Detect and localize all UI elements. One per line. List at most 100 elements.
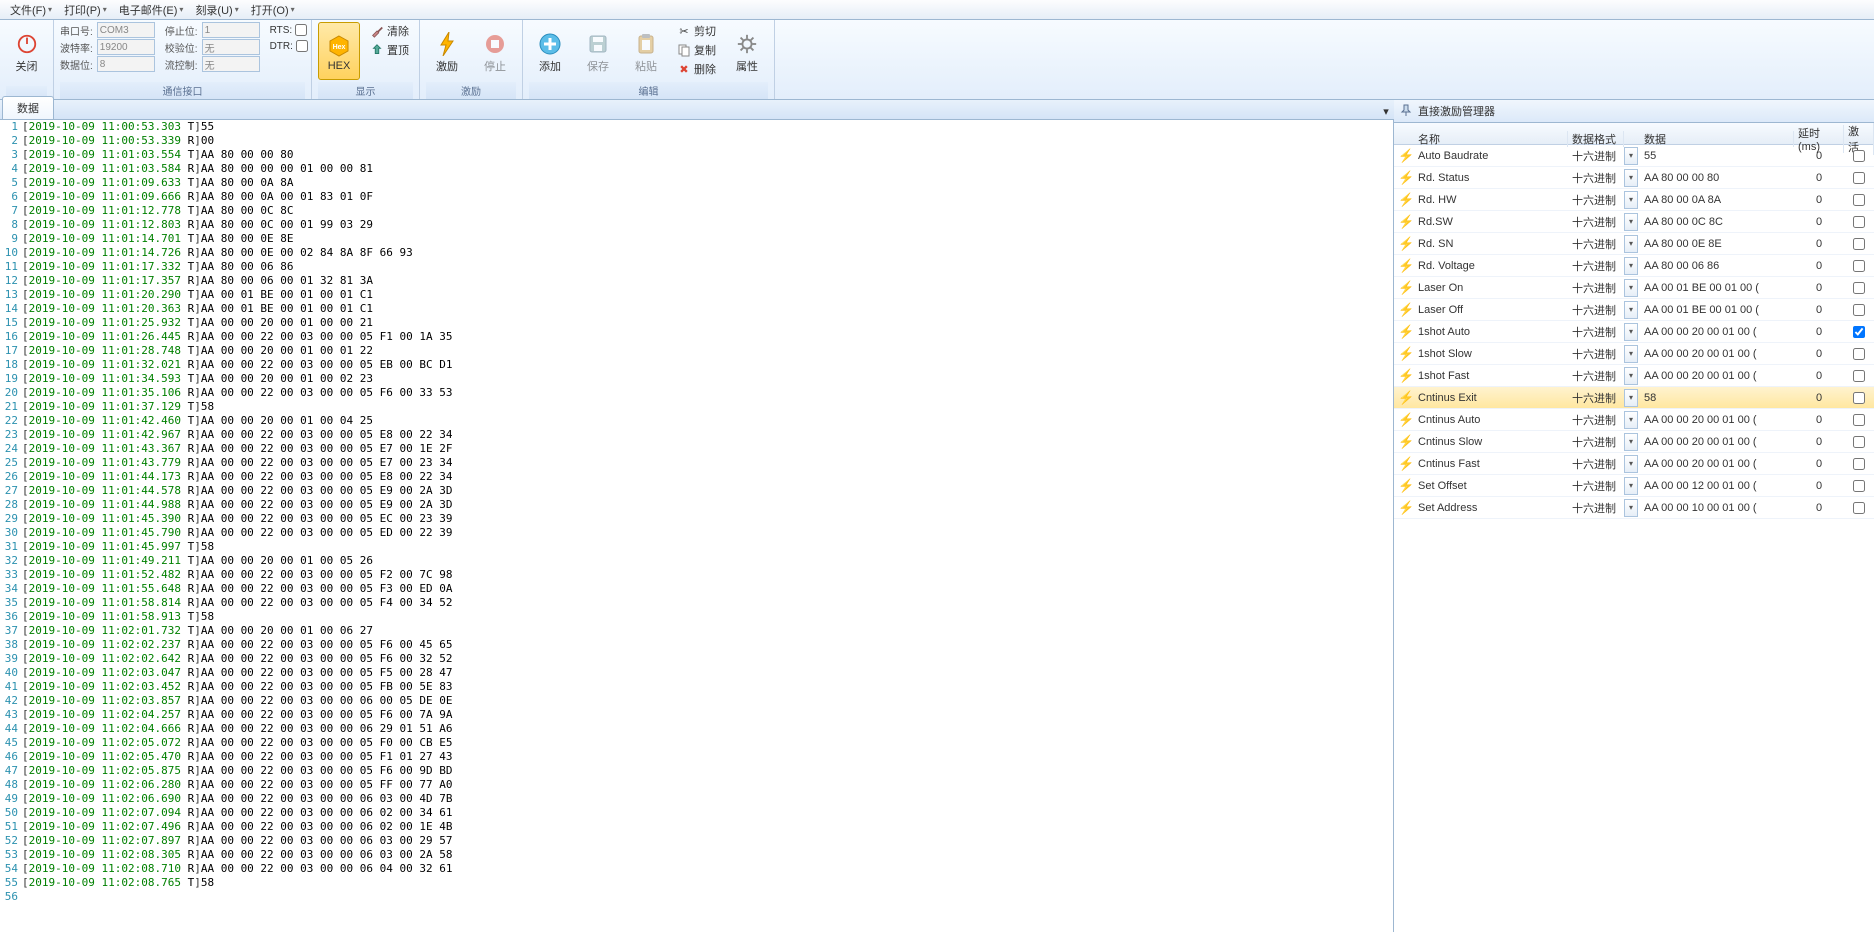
log-line[interactable]: 2[2019-10-09 11:00:53.339 R]00 bbox=[0, 134, 1393, 148]
log-line[interactable]: 44[2019-10-09 11:02:04.666 R]AA 00 00 22… bbox=[0, 722, 1393, 736]
active-checkbox[interactable] bbox=[1853, 260, 1865, 272]
log-line[interactable]: 10[2019-10-09 11:01:14.726 R]AA 80 00 0E… bbox=[0, 246, 1393, 260]
cell-name[interactable]: Laser Off bbox=[1414, 304, 1568, 316]
menu-item[interactable]: 电子邮件(E)▾ bbox=[113, 0, 190, 20]
grid-row[interactable]: ⚡ Laser Off 十六进制 ▾ AA 00 01 BE 00 01 00 … bbox=[1394, 299, 1874, 321]
hex-button[interactable]: Hex HEX bbox=[318, 22, 360, 80]
log-line[interactable]: 17[2019-10-09 11:01:28.748 T]AA 00 00 20… bbox=[0, 344, 1393, 358]
cut-button[interactable]: ✂剪切 bbox=[673, 22, 720, 40]
cell-data[interactable]: AA 00 00 20 00 01 00 ( bbox=[1640, 326, 1794, 338]
log-pane[interactable]: 1[2019-10-09 11:00:53.303 T]552[2019-10-… bbox=[0, 120, 1394, 932]
active-checkbox[interactable] bbox=[1853, 304, 1865, 316]
active-checkbox[interactable] bbox=[1853, 414, 1865, 426]
menu-item[interactable]: 打印(P)▾ bbox=[58, 0, 113, 20]
log-line[interactable]: 50[2019-10-09 11:02:07.094 R]AA 00 00 22… bbox=[0, 806, 1393, 820]
log-line[interactable]: 29[2019-10-09 11:01:45.390 R]AA 00 00 22… bbox=[0, 512, 1393, 526]
cell-delay[interactable]: 0 bbox=[1794, 370, 1844, 382]
bolt-icon[interactable]: ⚡ bbox=[1394, 324, 1414, 340]
combo-arrow[interactable]: ▾ bbox=[1624, 323, 1638, 341]
log-line[interactable]: 48[2019-10-09 11:02:06.280 R]AA 00 00 22… bbox=[0, 778, 1393, 792]
active-checkbox[interactable] bbox=[1853, 436, 1865, 448]
combo-arrow[interactable]: ▾ bbox=[1624, 389, 1638, 407]
log-line[interactable]: 1[2019-10-09 11:00:53.303 T]55 bbox=[0, 120, 1393, 134]
bolt-icon[interactable]: ⚡ bbox=[1394, 214, 1414, 230]
combo-arrow[interactable]: ▾ bbox=[1624, 433, 1638, 451]
cell-fmt[interactable]: 十六进制 bbox=[1568, 258, 1624, 274]
cell-data[interactable]: AA 80 00 0A 8A bbox=[1640, 194, 1794, 206]
grid-row[interactable]: ⚡ Rd. SN 十六进制 ▾ AA 80 00 0E 8E 0 bbox=[1394, 233, 1874, 255]
log-line[interactable]: 39[2019-10-09 11:02:02.642 R]AA 00 00 22… bbox=[0, 652, 1393, 666]
cell-delay[interactable]: 0 bbox=[1794, 502, 1844, 514]
log-line[interactable]: 24[2019-10-09 11:01:43.367 R]AA 00 00 22… bbox=[0, 442, 1393, 456]
add-button[interactable]: 添加 bbox=[529, 22, 571, 80]
copy-button[interactable]: 复制 bbox=[673, 41, 720, 59]
log-line[interactable]: 47[2019-10-09 11:02:05.875 R]AA 00 00 22… bbox=[0, 764, 1393, 778]
bolt-icon[interactable]: ⚡ bbox=[1394, 258, 1414, 274]
log-line[interactable]: 32[2019-10-09 11:01:49.211 T]AA 00 00 20… bbox=[0, 554, 1393, 568]
bolt-icon[interactable]: ⚡ bbox=[1394, 280, 1414, 296]
cell-fmt[interactable]: 十六进制 bbox=[1568, 170, 1624, 186]
log-line[interactable]: 46[2019-10-09 11:02:05.470 R]AA 00 00 22… bbox=[0, 750, 1393, 764]
log-line[interactable]: 45[2019-10-09 11:02:05.072 R]AA 00 00 22… bbox=[0, 736, 1393, 750]
log-line[interactable]: 27[2019-10-09 11:01:44.578 R]AA 00 00 22… bbox=[0, 484, 1393, 498]
log-line[interactable]: 23[2019-10-09 11:01:42.967 R]AA 00 00 22… bbox=[0, 428, 1393, 442]
combo-arrow[interactable]: ▾ bbox=[1624, 147, 1638, 165]
log-line[interactable]: 54[2019-10-09 11:02:08.710 R]AA 00 00 22… bbox=[0, 862, 1393, 876]
log-line[interactable]: 7[2019-10-09 11:01:12.778 T]AA 80 00 0C … bbox=[0, 204, 1393, 218]
cell-data[interactable]: AA 80 00 00 80 bbox=[1640, 172, 1794, 184]
cell-name[interactable]: Laser On bbox=[1414, 282, 1568, 294]
cell-data[interactable]: 55 bbox=[1640, 150, 1794, 162]
log-line[interactable]: 35[2019-10-09 11:01:58.814 R]AA 00 00 22… bbox=[0, 596, 1393, 610]
log-line[interactable]: 22[2019-10-09 11:01:42.460 T]AA 00 00 20… bbox=[0, 414, 1393, 428]
cell-data[interactable]: AA 00 00 12 00 01 00 ( bbox=[1640, 480, 1794, 492]
log-line[interactable]: 42[2019-10-09 11:02:03.857 R]AA 00 00 22… bbox=[0, 694, 1393, 708]
top-button[interactable]: 置顶 bbox=[366, 41, 413, 59]
combo-arrow[interactable]: ▾ bbox=[1624, 279, 1638, 297]
bolt-icon[interactable]: ⚡ bbox=[1394, 236, 1414, 252]
cell-name[interactable]: Cntinus Fast bbox=[1414, 458, 1568, 470]
log-line[interactable]: 31[2019-10-09 11:01:45.997 T]58 bbox=[0, 540, 1393, 554]
cell-name[interactable]: 1shot Slow bbox=[1414, 348, 1568, 360]
cell-name[interactable]: Cntinus Slow bbox=[1414, 436, 1568, 448]
cell-data[interactable]: AA 00 00 20 00 01 00 ( bbox=[1640, 436, 1794, 448]
grid-row[interactable]: ⚡ Set Address 十六进制 ▾ AA 00 00 10 00 01 0… bbox=[1394, 497, 1874, 519]
log-line[interactable]: 8[2019-10-09 11:01:12.803 R]AA 80 00 0C … bbox=[0, 218, 1393, 232]
cell-delay[interactable]: 0 bbox=[1794, 480, 1844, 492]
cell-fmt[interactable]: 十六进制 bbox=[1568, 368, 1624, 384]
cell-data[interactable]: AA 00 00 20 00 01 00 ( bbox=[1640, 458, 1794, 470]
cell-delay[interactable]: 0 bbox=[1794, 216, 1844, 228]
combo-arrow[interactable]: ▾ bbox=[1624, 411, 1638, 429]
grid-row[interactable]: ⚡ Cntinus Fast 十六进制 ▾ AA 00 00 20 00 01 … bbox=[1394, 453, 1874, 475]
log-line[interactable]: 21[2019-10-09 11:01:37.129 T]58 bbox=[0, 400, 1393, 414]
rts-checkbox[interactable] bbox=[295, 24, 307, 36]
cell-fmt[interactable]: 十六进制 bbox=[1568, 500, 1624, 516]
cell-name[interactable]: Rd. Voltage bbox=[1414, 260, 1568, 272]
log-line[interactable]: 55[2019-10-09 11:02:08.765 T]58 bbox=[0, 876, 1393, 890]
cell-delay[interactable]: 0 bbox=[1794, 194, 1844, 206]
log-line[interactable]: 20[2019-10-09 11:01:35.106 R]AA 00 00 22… bbox=[0, 386, 1393, 400]
log-line[interactable]: 15[2019-10-09 11:01:25.932 T]AA 00 00 20… bbox=[0, 316, 1393, 330]
cell-data[interactable]: AA 00 00 20 00 01 00 ( bbox=[1640, 414, 1794, 426]
bolt-icon[interactable]: ⚡ bbox=[1394, 148, 1414, 164]
bolt-icon[interactable]: ⚡ bbox=[1394, 368, 1414, 384]
cell-delay[interactable]: 0 bbox=[1794, 172, 1844, 184]
cell-name[interactable]: Cntinus Exit bbox=[1414, 392, 1568, 404]
log-line[interactable]: 11[2019-10-09 11:01:17.332 T]AA 80 00 06… bbox=[0, 260, 1393, 274]
grid-row[interactable]: ⚡ Rd. HW 十六进制 ▾ AA 80 00 0A 8A 0 bbox=[1394, 189, 1874, 211]
log-line[interactable]: 37[2019-10-09 11:02:01.732 T]AA 00 00 20… bbox=[0, 624, 1393, 638]
cell-data[interactable]: AA 80 00 06 86 bbox=[1640, 260, 1794, 272]
stop-field[interactable] bbox=[202, 22, 260, 38]
grid-row[interactable]: ⚡ Laser On 十六进制 ▾ AA 00 01 BE 00 01 00 (… bbox=[1394, 277, 1874, 299]
bolt-icon[interactable]: ⚡ bbox=[1394, 500, 1414, 516]
cell-delay[interactable]: 0 bbox=[1794, 436, 1844, 448]
grid-body[interactable]: ⚡ Auto Baudrate 十六进制 ▾ 55 0 ⚡ Rd. Status… bbox=[1394, 145, 1874, 932]
cell-delay[interactable]: 0 bbox=[1794, 304, 1844, 316]
active-checkbox[interactable] bbox=[1853, 392, 1865, 404]
data-field[interactable] bbox=[97, 56, 155, 72]
cell-name[interactable]: Auto Baudrate bbox=[1414, 150, 1568, 162]
cell-data[interactable]: AA 00 01 BE 00 01 00 ( bbox=[1640, 304, 1794, 316]
log-line[interactable]: 16[2019-10-09 11:01:26.445 R]AA 00 00 22… bbox=[0, 330, 1393, 344]
log-line[interactable]: 33[2019-10-09 11:01:52.482 R]AA 00 00 22… bbox=[0, 568, 1393, 582]
log-line[interactable]: 14[2019-10-09 11:01:20.363 R]AA 00 01 BE… bbox=[0, 302, 1393, 316]
parity-field[interactable] bbox=[202, 39, 260, 55]
